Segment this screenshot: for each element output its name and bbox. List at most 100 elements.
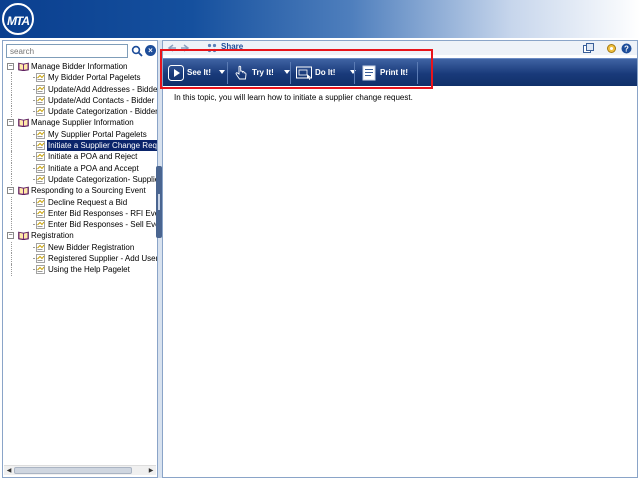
tree-line [11,253,12,265]
topic-page-icon [36,84,45,94]
print-it-button[interactable]: Print It! [359,62,417,84]
scroll-right-icon[interactable]: ▶ [147,467,155,475]
toolbar-separator [354,62,355,84]
window-icon[interactable] [583,43,594,54]
topic-page-icon [36,197,45,207]
tree-line [11,241,12,254]
outline-item-label: My Supplier Portal Pagelets [48,129,147,139]
outline-item[interactable]: Update/Add Addresses - Bidder [5,83,157,95]
tree-line [11,264,12,276]
splitter-grip [158,194,160,210]
outline-group[interactable]: − Manage Bidder Information [5,61,157,72]
outline-item-label: Update/Add Addresses - Bidder [48,84,157,94]
toolbar-separator [227,62,228,84]
outline-item-label: New Bidder Registration [48,242,135,252]
topic-page-icon [36,220,45,229]
outline-item[interactable]: Update Categorization- Supplier [5,173,157,186]
help-icon[interactable]: ? [621,43,632,54]
tree-line [11,83,12,95]
tree-line [11,219,12,231]
topic-page-icon [36,254,45,263]
outline-group-label: Responding to a Sourcing Event [31,186,146,196]
tree-line [11,151,12,163]
outline-item-selected[interactable]: Initiate a Supplier Change Request [5,140,157,152]
collapse-toggle-icon[interactable]: − [7,63,14,70]
outline-item[interactable]: Enter Bid Responses - RFI Event [5,207,157,220]
topic-page-icon [36,73,45,83]
do-it-button[interactable]: Do It! [294,62,356,84]
outline-item-label: Update Categorization - Bidder [48,107,157,117]
hand-pointer-icon [235,65,247,80]
scrollbar-thumb[interactable] [14,467,132,474]
do-it-dropdown-icon[interactable] [350,70,356,74]
outline-item-label: Update Categorization- Supplier [48,174,157,184]
collapse-toggle-icon[interactable]: − [7,187,14,195]
outline-item[interactable]: Using the Help Pagelet [5,264,157,276]
app-header: MTA [0,0,640,38]
settings-icon[interactable] [606,43,617,54]
outline-item[interactable]: Decline Request a Bid [5,196,157,208]
scroll-left-icon[interactable]: ◀ [5,467,13,475]
collapse-toggle-icon[interactable]: − [7,232,14,240]
search-input[interactable] [7,45,127,57]
topic-page-icon [36,209,45,218]
toolbar-separator [290,62,291,84]
outline-item[interactable]: Initiate a POA and Accept [5,162,157,174]
outline-item[interactable]: Enter Bid Responses - Sell Event [5,219,157,231]
outline-group[interactable]: − Registration [5,230,157,241]
book-icon [18,119,29,128]
outline-item[interactable]: Initiate a POA and Reject [5,151,157,163]
outline-item[interactable]: My Supplier Portal Pagelets [5,128,157,141]
tree-line [11,128,12,141]
tree-line [11,196,12,208]
share-link[interactable]: Share [221,42,243,51]
back-icon[interactable] [167,43,177,53]
outline-item[interactable]: My Bidder Portal Pagelets [5,72,157,84]
outline-item-label: Enter Bid Responses - RFI Event [48,208,157,218]
svg-text:?: ? [624,44,629,53]
search-field[interactable] [6,44,128,58]
tree-line [11,173,12,186]
outline-item[interactable]: New Bidder Registration [5,241,157,254]
see-it-button[interactable]: See It! [166,62,225,84]
outline-group[interactable]: − Manage Supplier Information [5,117,157,128]
outline-item-label: Decline Request a Bid [48,197,128,207]
outline-panel: × − Manage Bidder Information My Bidder Po… [2,40,158,478]
book-icon [18,62,29,71]
see-it-dropdown-icon[interactable] [219,70,225,74]
outline-item[interactable]: Update/Add Contacts - Bidder [5,94,157,107]
topic-page-icon [36,242,45,252]
outline-item-label: Enter Bid Responses - Sell Event [48,220,157,230]
top-bar: Share ? [163,41,637,55]
outline-item-label: My Bidder Portal Pagelets [48,73,141,83]
topic-page-icon [36,129,45,139]
share-icon[interactable] [207,43,217,53]
outline-item[interactable]: Registered Supplier - Add User Account [5,253,157,265]
outline-tree: − Manage Bidder Information My Bidder Port… [5,61,157,466]
outline-group-label: Registration [31,231,74,241]
content-panel: Share ? See It! Try It! Do It! Print It!… [162,40,638,478]
horizontal-scrollbar[interactable]: ◀ ▶ [4,465,156,475]
collapse-toggle-icon[interactable]: − [7,119,14,127]
outline-group-label: Manage Bidder Information [31,62,128,71]
outline-group-label: Manage Supplier Information [31,118,134,128]
outline-item-label: Initiate a POA and Reject [48,152,138,162]
screen-icon [296,66,312,80]
mta-logo: MTA [2,3,34,35]
tree-line [11,106,12,118]
tree-line [11,140,12,152]
clear-search-icon[interactable]: × [145,45,156,56]
print-document-icon [362,65,376,81]
outline-item[interactable]: Update Categorization - Bidder [5,106,157,118]
outline-item-label: Using the Help Pagelet [48,265,130,275]
topic-intro-text: In this topic, you will learn how to ini… [174,93,413,102]
outline-item-label: Initiate a Supplier Change Request [47,140,157,152]
topic-page-icon [36,152,45,162]
search-icon[interactable] [131,45,143,57]
forward-icon[interactable] [180,43,190,53]
outline-group[interactable]: − Responding to a Sourcing Event [5,185,157,196]
book-icon [18,186,29,196]
try-it-button[interactable]: Try It! [231,62,291,84]
topic-page-icon [36,163,45,173]
play-icon [168,65,184,81]
